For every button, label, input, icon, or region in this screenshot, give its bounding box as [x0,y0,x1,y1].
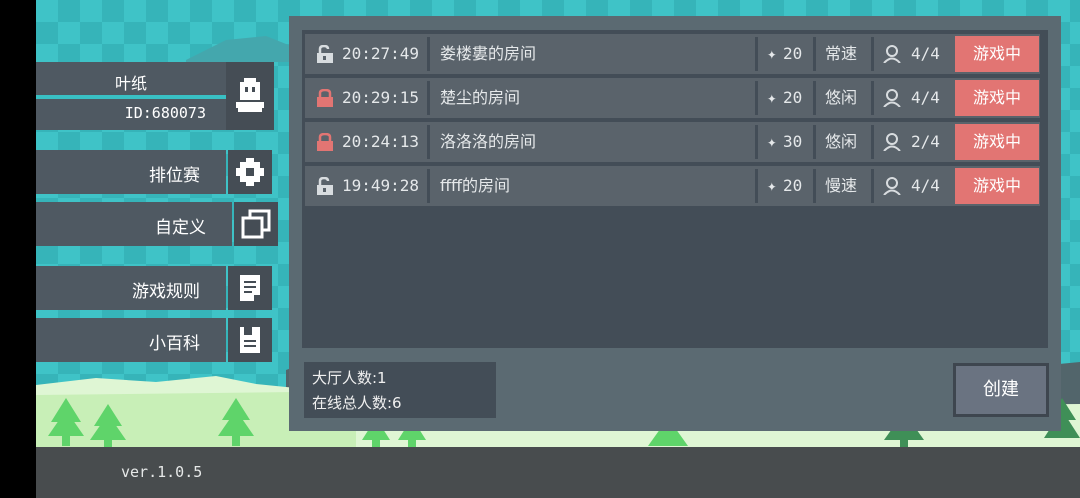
room-time: 19:49:28 [342,176,420,195]
room-row[interactable]: 19:49:28 ffff的房间 ✦ 20 慢速 4/4 游戏中 [305,166,1040,206]
divider [427,125,430,159]
unlocked-icon [317,177,333,195]
room-row[interactable]: 20:29:15 楚尘的房间 ✦ 20 悠闲 4/4 游戏中 [305,78,1040,118]
online-count: 在线总人数:6 [312,394,402,412]
status-button[interactable]: 游戏中 [955,36,1039,72]
document-icon[interactable] [228,266,272,310]
status-button[interactable]: 游戏中 [955,80,1039,116]
create-room-button[interactable]: 创建 [953,363,1049,417]
room-name: 娄楼婁的房间 [440,44,537,63]
profile-card[interactable]: 叶纸 ID:680073 [36,62,226,130]
room-players: 4/4 [911,88,940,107]
room-score: 30 [783,132,803,151]
status-button[interactable]: 游戏中 [955,124,1039,160]
divider [427,37,430,71]
divider [755,81,758,115]
player-id: ID:680073 [124,104,206,122]
notebook-icon[interactable] [228,318,272,362]
room-players: 2/4 [911,132,940,151]
room-players: 4/4 [911,44,940,63]
copy-windows-icon[interactable] [234,202,278,246]
person-icon [883,45,901,63]
room-score: 20 [783,44,803,63]
room-name: 洛洛洛的房间 [440,132,537,151]
menu-encyclopedia[interactable]: 小百科 [36,318,226,362]
room-speed: 常速 [825,44,858,63]
divider [755,169,758,203]
status-button[interactable]: 游戏中 [955,168,1039,204]
divider [871,81,874,115]
room-time: 20:24:13 [342,132,420,151]
divider [813,81,816,115]
divider [871,125,874,159]
menu-rules[interactable]: 游戏规则 [36,266,226,310]
room-time: 20:27:49 [342,44,420,63]
person-icon [883,177,901,195]
person-icon [883,133,901,151]
divider [36,95,226,99]
diamond-icon: ✦ [767,88,777,107]
divider [427,169,430,203]
diamond-icon: ✦ [767,44,777,63]
player-stats: 大厅人数:1 在线总人数:6 [304,362,496,418]
game-screen: ver.1.0.5 叶纸 ID:680073 排位赛 自定义 游戏规则 小百科 … [36,0,1080,498]
player-name: 叶纸 [114,74,147,93]
room-speed: 悠闲 [825,88,858,107]
lobby-count: 大厅人数:1 [312,369,387,387]
divider [871,37,874,71]
divider [813,37,816,71]
room-speed: 慢速 [825,176,858,195]
menu-custom[interactable]: 自定义 [36,202,232,246]
divider [427,81,430,115]
room-speed: 悠闲 [825,132,858,151]
diamond-icon: ✦ [767,132,777,151]
divider [755,125,758,159]
room-score: 20 [783,88,803,107]
room-players: 4/4 [911,176,940,195]
room-row[interactable]: 20:27:49 娄楼婁的房间 ✦ 20 常速 4/4 游戏中 [305,34,1040,74]
divider [871,169,874,203]
room-score: 20 [783,176,803,195]
room-name: 楚尘的房间 [440,88,521,107]
locked-icon [317,89,333,107]
ghost-avatar-icon[interactable] [226,62,274,130]
version-label: ver.1.0.5 [121,463,203,481]
room-name: ffff的房间 [440,176,511,195]
menu-ranked[interactable]: 排位赛 [36,150,226,194]
gear-icon[interactable] [228,150,272,194]
diamond-icon: ✦ [767,176,777,195]
room-row[interactable]: 20:24:13 洛洛洛的房间 ✦ 30 悠闲 2/4 游戏中 [305,122,1040,162]
divider [813,125,816,159]
person-icon [883,89,901,107]
divider [813,169,816,203]
divider [755,37,758,71]
unlocked-icon [317,45,333,63]
room-time: 20:29:15 [342,88,420,107]
locked-icon [317,133,333,151]
